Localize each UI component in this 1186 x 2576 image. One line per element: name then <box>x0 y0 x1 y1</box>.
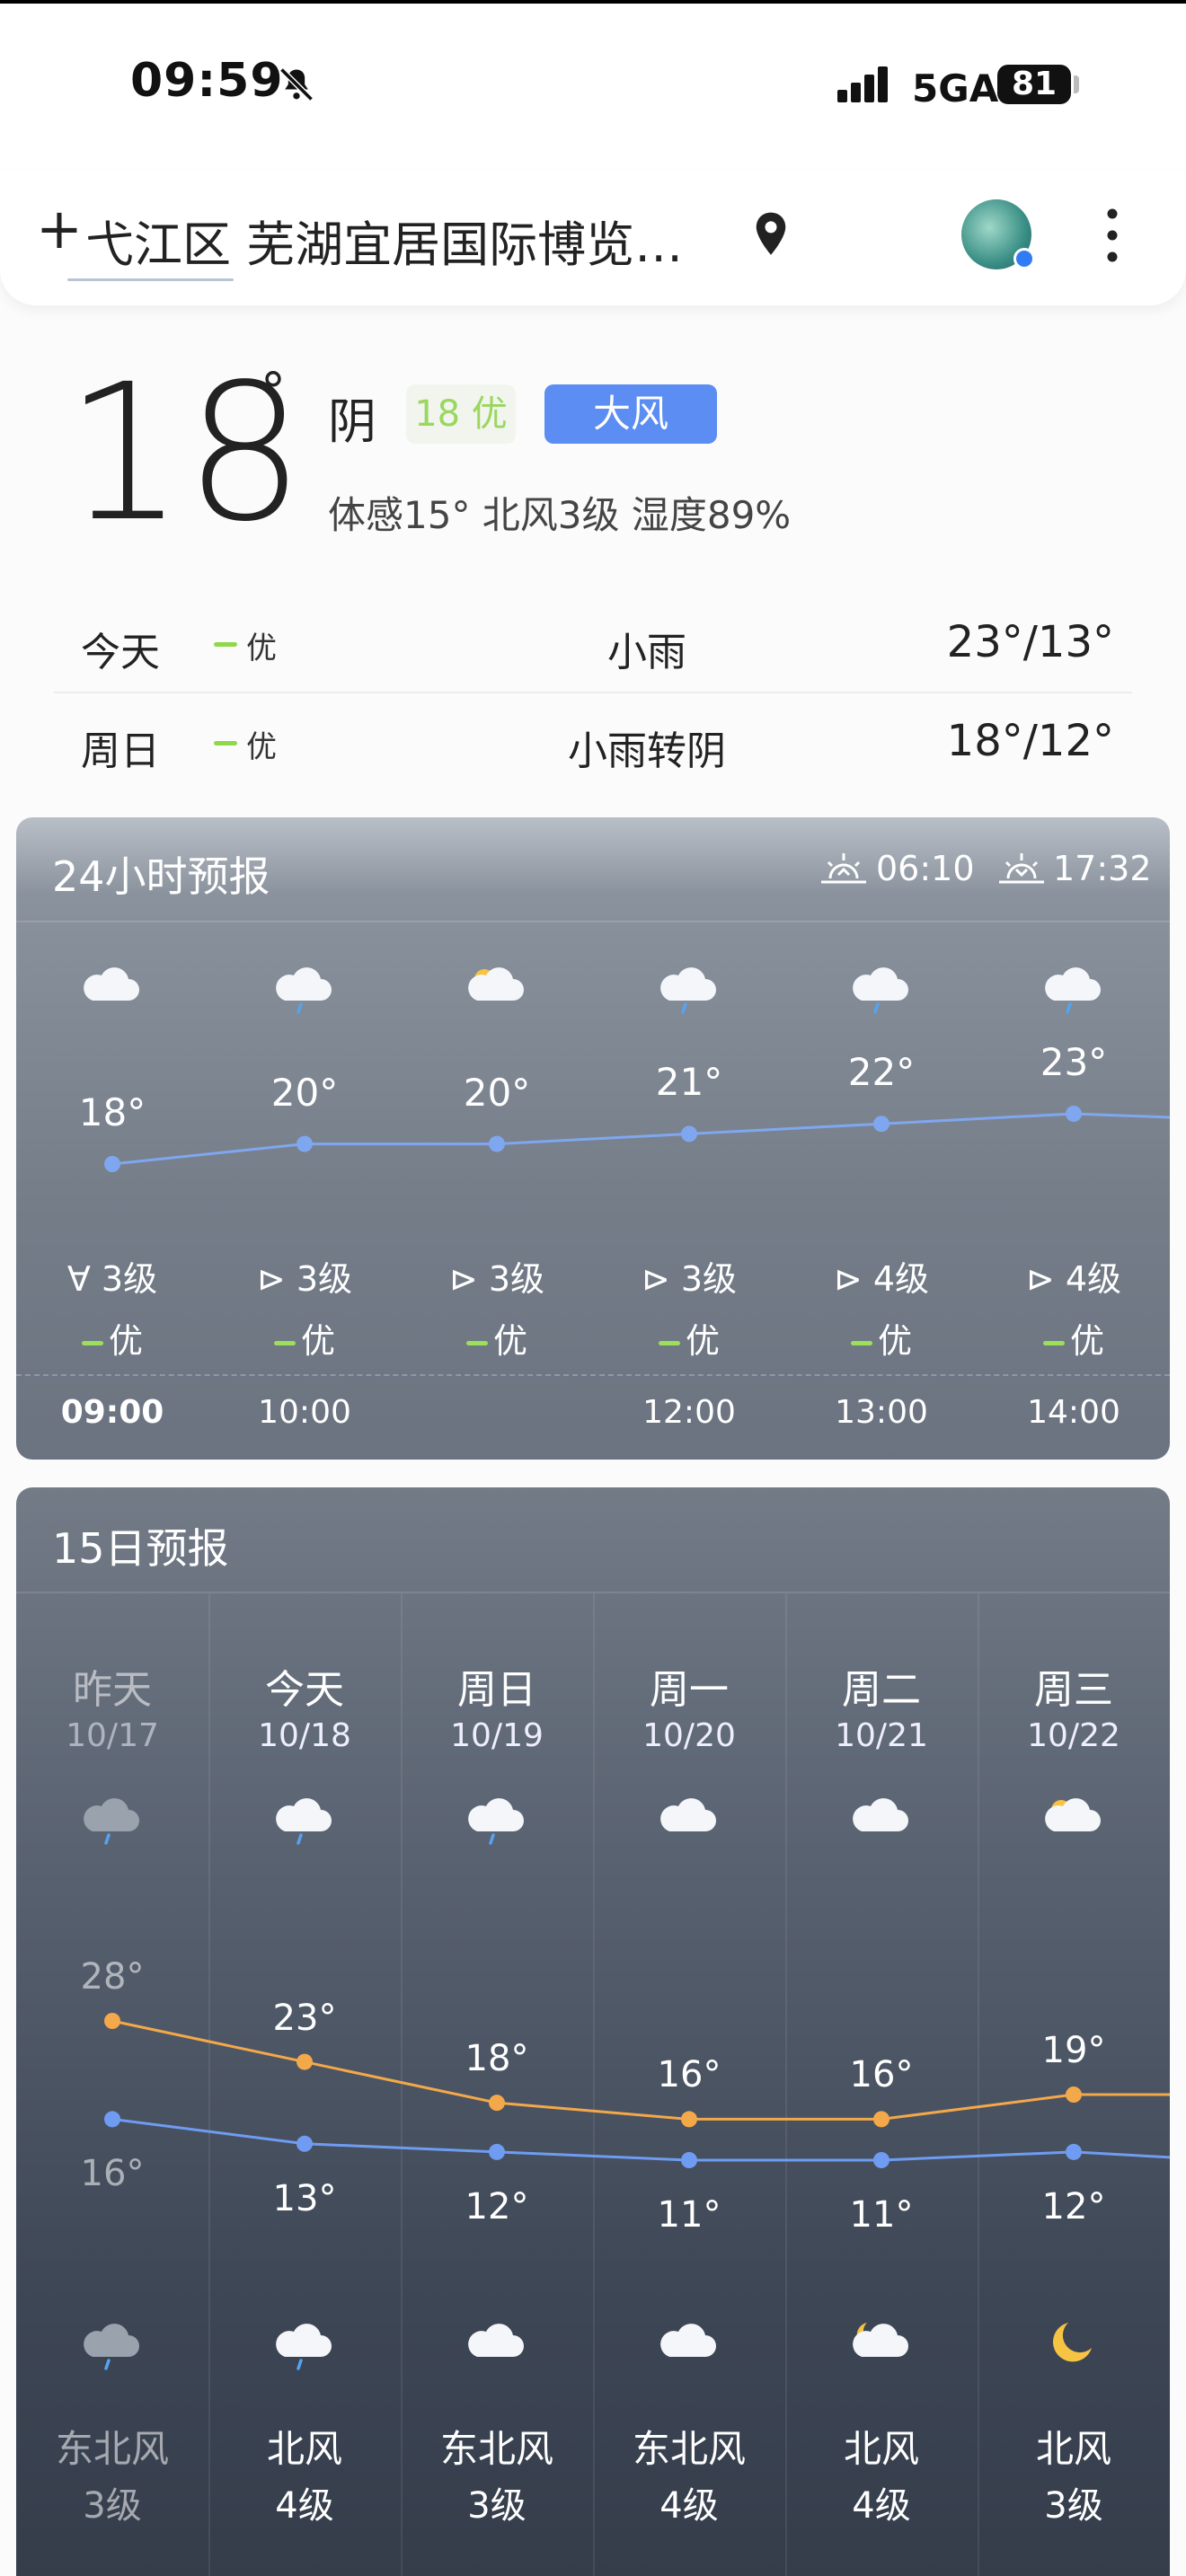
daily-low-point <box>296 2135 313 2152</box>
daily-temperature-lines <box>104 2013 1171 2168</box>
daily-low-point <box>1066 2143 1082 2160</box>
daily-high-point <box>296 2053 313 2070</box>
daily-low-line <box>111 2117 1171 2162</box>
daily-high-line <box>111 2019 1170 2121</box>
daily-low-point <box>681 2152 697 2168</box>
daily-low-point <box>873 2152 890 2168</box>
daily-high-point <box>489 2095 505 2112</box>
daily-low-point <box>104 2111 120 2128</box>
daily-high-point <box>1066 2086 1082 2104</box>
daily-high-point <box>873 2111 890 2128</box>
daily-high-point <box>681 2111 697 2128</box>
daily-high-point <box>104 2013 120 2029</box>
daily-low-point <box>489 2143 505 2160</box>
